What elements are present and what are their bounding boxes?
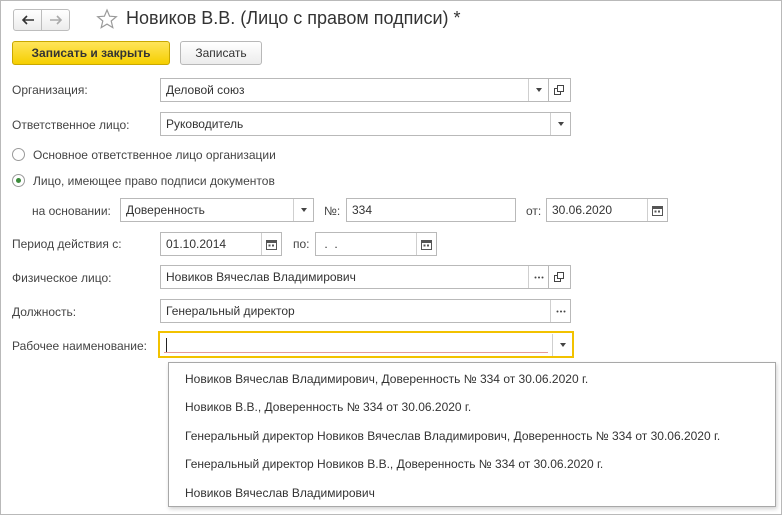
date-value: 30.06.2020 (552, 203, 613, 217)
save-and-close-button[interactable]: Записать и закрыть (12, 41, 170, 65)
radio-sign-authority-label[interactable]: Лицо, имеющее право подписи документов (33, 174, 275, 188)
working-name-dropdown-button[interactable] (552, 333, 572, 356)
radio-main-responsible-label[interactable]: Основное ответственное лицо организации (33, 148, 276, 162)
star-icon (96, 8, 118, 29)
working-name-dropdown-list: Новиков Вячеслав Владимирович, Доверенно… (168, 362, 776, 507)
date-calendar-button[interactable] (647, 199, 667, 221)
favorite-button[interactable] (96, 8, 118, 33)
dropdown-item[interactable]: Генеральный директор Новиков Вячеслав Вл… (185, 429, 720, 443)
position-label: Должность: (12, 305, 77, 319)
person-label: Физическое лицо: (12, 271, 112, 285)
dropdown-item[interactable]: Новиков Вячеслав Владимирович (185, 486, 375, 500)
working-name-input[interactable] (158, 331, 574, 358)
dropdown-item[interactable]: Генеральный директор Новиков В.В., Довер… (185, 457, 603, 471)
ellipsis-icon (556, 310, 565, 312)
responsible-value: Руководитель (166, 117, 244, 131)
period-to-calendar-button[interactable] (416, 233, 436, 255)
period-to-field[interactable]: . . (315, 232, 437, 256)
organization-label: Организация: (12, 83, 88, 97)
period-to-label: по: (293, 237, 310, 251)
person-value: Новиков Вячеслав Владимирович (166, 270, 356, 284)
chevron-down-icon (557, 122, 564, 126)
person-open-button[interactable] (549, 265, 571, 289)
ellipsis-icon (534, 276, 543, 278)
calendar-icon (266, 239, 277, 250)
basis-label: на основании: (32, 204, 111, 218)
position-value: Генеральный директор (166, 304, 295, 318)
chevron-down-icon (535, 88, 542, 92)
basis-dropdown-button[interactable] (293, 199, 313, 221)
save-button[interactable]: Записать (180, 41, 262, 65)
basis-value: Доверенность (126, 203, 205, 217)
number-label: №: (324, 204, 341, 218)
arrow-left-icon (21, 15, 34, 25)
responsible-dropdown-button[interactable] (550, 113, 570, 135)
responsible-field[interactable]: Руководитель (160, 112, 571, 136)
calendar-icon (652, 205, 663, 216)
position-field[interactable]: Генеральный директор (160, 299, 571, 323)
date-field[interactable]: 30.06.2020 (546, 198, 668, 222)
open-window-icon (554, 84, 564, 95)
organization-value: Деловой союз (166, 83, 245, 97)
organization-field[interactable]: Деловой союз (160, 78, 549, 102)
period-from-field[interactable]: 01.10.2014 (160, 232, 282, 256)
radio-sign-authority[interactable] (12, 174, 25, 187)
arrow-right-icon (49, 15, 62, 25)
number-value: 334 (352, 203, 373, 217)
position-select-button[interactable] (550, 300, 570, 322)
chevron-down-icon (300, 208, 307, 212)
organization-dropdown-button[interactable] (528, 79, 548, 101)
chevron-down-icon (559, 342, 566, 347)
dropdown-item[interactable]: Новиков Вячеслав Владимирович, Доверенно… (185, 372, 588, 386)
text-caret (166, 337, 167, 352)
date-label: от: (526, 204, 542, 218)
period-label: Период действия с: (12, 237, 122, 251)
working-name-label: Рабочее наименование: (12, 339, 147, 353)
responsible-label: Ответственное лицо: (12, 118, 130, 132)
person-field[interactable]: Новиков Вячеслав Владимирович (160, 265, 549, 289)
validation-underline (164, 352, 548, 353)
forward-button[interactable] (41, 9, 70, 31)
basis-field[interactable]: Доверенность (120, 198, 314, 222)
organization-open-button[interactable] (549, 78, 571, 102)
back-button[interactable] (13, 9, 42, 31)
dropdown-item[interactable]: Новиков В.В., Доверенность № 334 от 30.0… (185, 400, 471, 414)
window-title: Новиков В.В. (Лицо с правом подписи) * (126, 8, 461, 28)
open-window-icon (554, 271, 564, 282)
person-select-button[interactable] (528, 266, 548, 288)
radio-main-responsible[interactable] (12, 148, 25, 161)
period-from-value: 01.10.2014 (166, 237, 227, 251)
calendar-icon (421, 239, 432, 250)
period-from-calendar-button[interactable] (261, 233, 281, 255)
period-to-value: . . (321, 237, 338, 251)
number-field[interactable]: 334 (346, 198, 516, 222)
